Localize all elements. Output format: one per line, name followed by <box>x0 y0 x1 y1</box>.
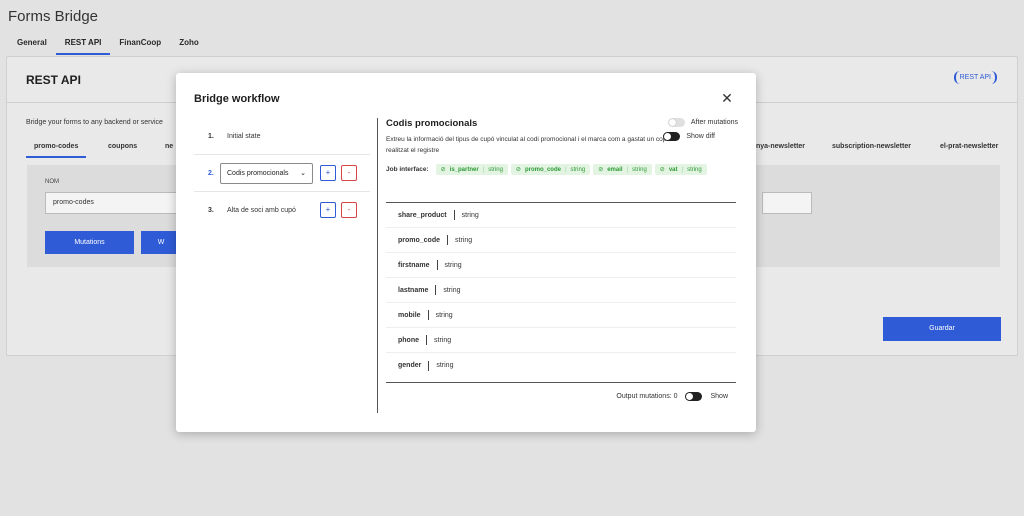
field-row: firstname string <box>386 253 736 278</box>
output-mutations: Output mutations: 0 Show <box>616 392 728 401</box>
interface-chip: ⊘ vat | string <box>654 164 707 175</box>
workflow-button[interactable]: W <box>141 231 181 254</box>
rest-api-logo: REST API <box>953 71 997 84</box>
mutations-button[interactable]: Mutations <box>45 231 134 254</box>
job-title: Codis promocionals <box>386 118 478 129</box>
after-mutations-switch[interactable] <box>667 118 685 127</box>
chevron-down-icon: ⌄ <box>300 170 306 177</box>
app-title: Forms Bridge <box>8 8 99 25</box>
show-output-label: Show <box>710 393 728 400</box>
interface-chip: ⊘ email | string <box>593 164 652 175</box>
field-row: lastname string <box>386 278 736 303</box>
close-icon[interactable]: ✕ <box>720 91 734 105</box>
fields-divider-bottom <box>386 382 736 383</box>
step-number: 1. <box>208 133 214 140</box>
check-circle-icon: ⊘ <box>515 167 521 173</box>
show-output-switch[interactable] <box>685 392 703 401</box>
tab-general[interactable]: General <box>8 36 56 55</box>
add-step-button[interactable]: + <box>320 165 336 181</box>
job-interface: Job interface: ⊘ is_partner | string ⊘ p… <box>386 164 736 175</box>
check-circle-icon: ⊘ <box>659 167 665 173</box>
secondary-field[interactable] <box>762 192 812 214</box>
interface-chip: ⊘ promo_code | string <box>510 164 591 175</box>
field-row: share_product string <box>386 203 736 228</box>
form-tab-subscription-newsletter[interactable]: subscription-newsletter <box>832 143 911 158</box>
form-tab-promo-codes[interactable]: promo-codes <box>25 143 87 158</box>
after-mutations-toggle[interactable]: After mutations <box>667 118 738 127</box>
field-row: phone string <box>386 328 736 353</box>
step-number: 3. <box>208 207 214 214</box>
name-field[interactable]: promo-codes <box>45 192 177 214</box>
bridge-workflow-modal: Bridge workflow ✕ 1. Initial state 2. Co… <box>176 73 756 432</box>
remove-step-button[interactable]: - <box>341 165 357 181</box>
form-tab-ne[interactable]: ne <box>165 143 173 158</box>
field-row: promo_code string <box>386 228 736 253</box>
show-diff-label: Show diff <box>686 133 715 140</box>
remove-step-button[interactable]: - <box>341 202 357 218</box>
panel-title: REST API <box>26 73 81 87</box>
form-tab-coupons[interactable]: coupons <box>108 143 137 158</box>
tab-zoho[interactable]: Zoho <box>170 36 208 55</box>
after-mutations-label: After mutations <box>690 119 738 126</box>
workflow-step[interactable]: 1. Initial state <box>194 118 370 155</box>
form-tab-nya-newsletter[interactable]: nya-newsletter <box>756 143 805 158</box>
field-row: mobile string <box>386 303 736 328</box>
workflow-step[interactable]: 3. Alta de soci amb cupó + - <box>194 192 370 229</box>
top-tabs: General REST API FinanCoop Zoho <box>8 36 208 55</box>
tab-rest-api[interactable]: REST API <box>55 36 111 55</box>
modal-title: Bridge workflow <box>194 93 280 105</box>
field-row: gender string <box>398 360 454 371</box>
job-interface-label: Job interface: <box>386 166 429 173</box>
add-step-button[interactable]: + <box>320 202 336 218</box>
workflow-steps: 1. Initial state 2. Codis promocionals ⌄… <box>194 118 370 229</box>
step-number: 2. <box>208 170 214 177</box>
panel-description: Bridge your forms to any backend or serv… <box>26 119 163 126</box>
field-list: share_product string promo_code string fir… <box>386 203 736 378</box>
show-diff-switch[interactable] <box>663 132 681 141</box>
show-diff-toggle[interactable]: Show diff <box>663 132 715 141</box>
step-label: Alta de soci amb cupó <box>227 207 296 214</box>
check-circle-icon: ⊘ <box>598 167 604 173</box>
output-mutations-label: Output mutations: 0 <box>616 393 678 400</box>
name-field-label: NOM <box>45 179 59 185</box>
job-select-value: Codis promocionals <box>227 170 289 177</box>
tab-financoop[interactable]: FinanCoop <box>110 36 170 55</box>
interface-chip: ⊘ is_partner | string <box>435 164 508 175</box>
check-circle-icon: ⊘ <box>440 167 446 173</box>
workflow-step[interactable]: 2. Codis promocionals ⌄ + - <box>194 155 370 192</box>
job-description: Extreu la informació del tipus de cupó v… <box>386 136 667 154</box>
save-button[interactable]: Guardar <box>883 317 1001 341</box>
form-tab-el-prat-newsletter[interactable]: el-prat-newsletter <box>940 143 998 158</box>
modal-divider <box>377 118 378 413</box>
step-label: Initial state <box>227 133 261 140</box>
job-select[interactable]: Codis promocionals ⌄ <box>220 163 313 184</box>
